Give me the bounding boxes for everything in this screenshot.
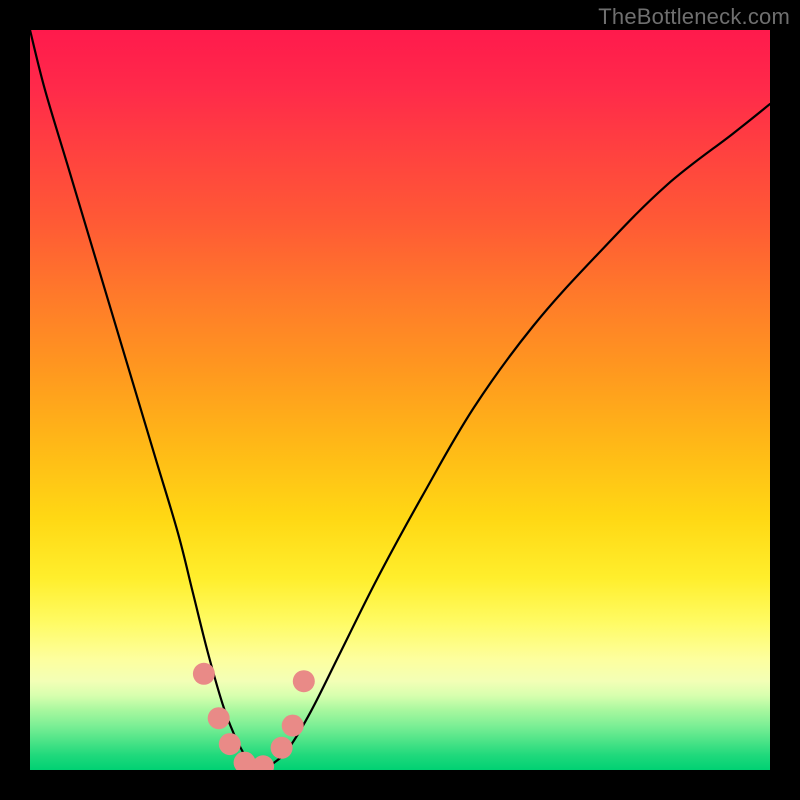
data-marker: [252, 755, 274, 770]
data-marker: [193, 663, 215, 685]
data-marker: [282, 715, 304, 737]
data-marker: [219, 733, 241, 755]
chart-frame: TheBottleneck.com: [0, 0, 800, 800]
data-marker: [208, 707, 230, 729]
data-marker: [293, 670, 315, 692]
curve-line: [30, 30, 770, 770]
chart-svg: [30, 30, 770, 770]
watermark-text: TheBottleneck.com: [598, 4, 790, 30]
plot-area: [30, 30, 770, 770]
data-marker: [271, 737, 293, 759]
